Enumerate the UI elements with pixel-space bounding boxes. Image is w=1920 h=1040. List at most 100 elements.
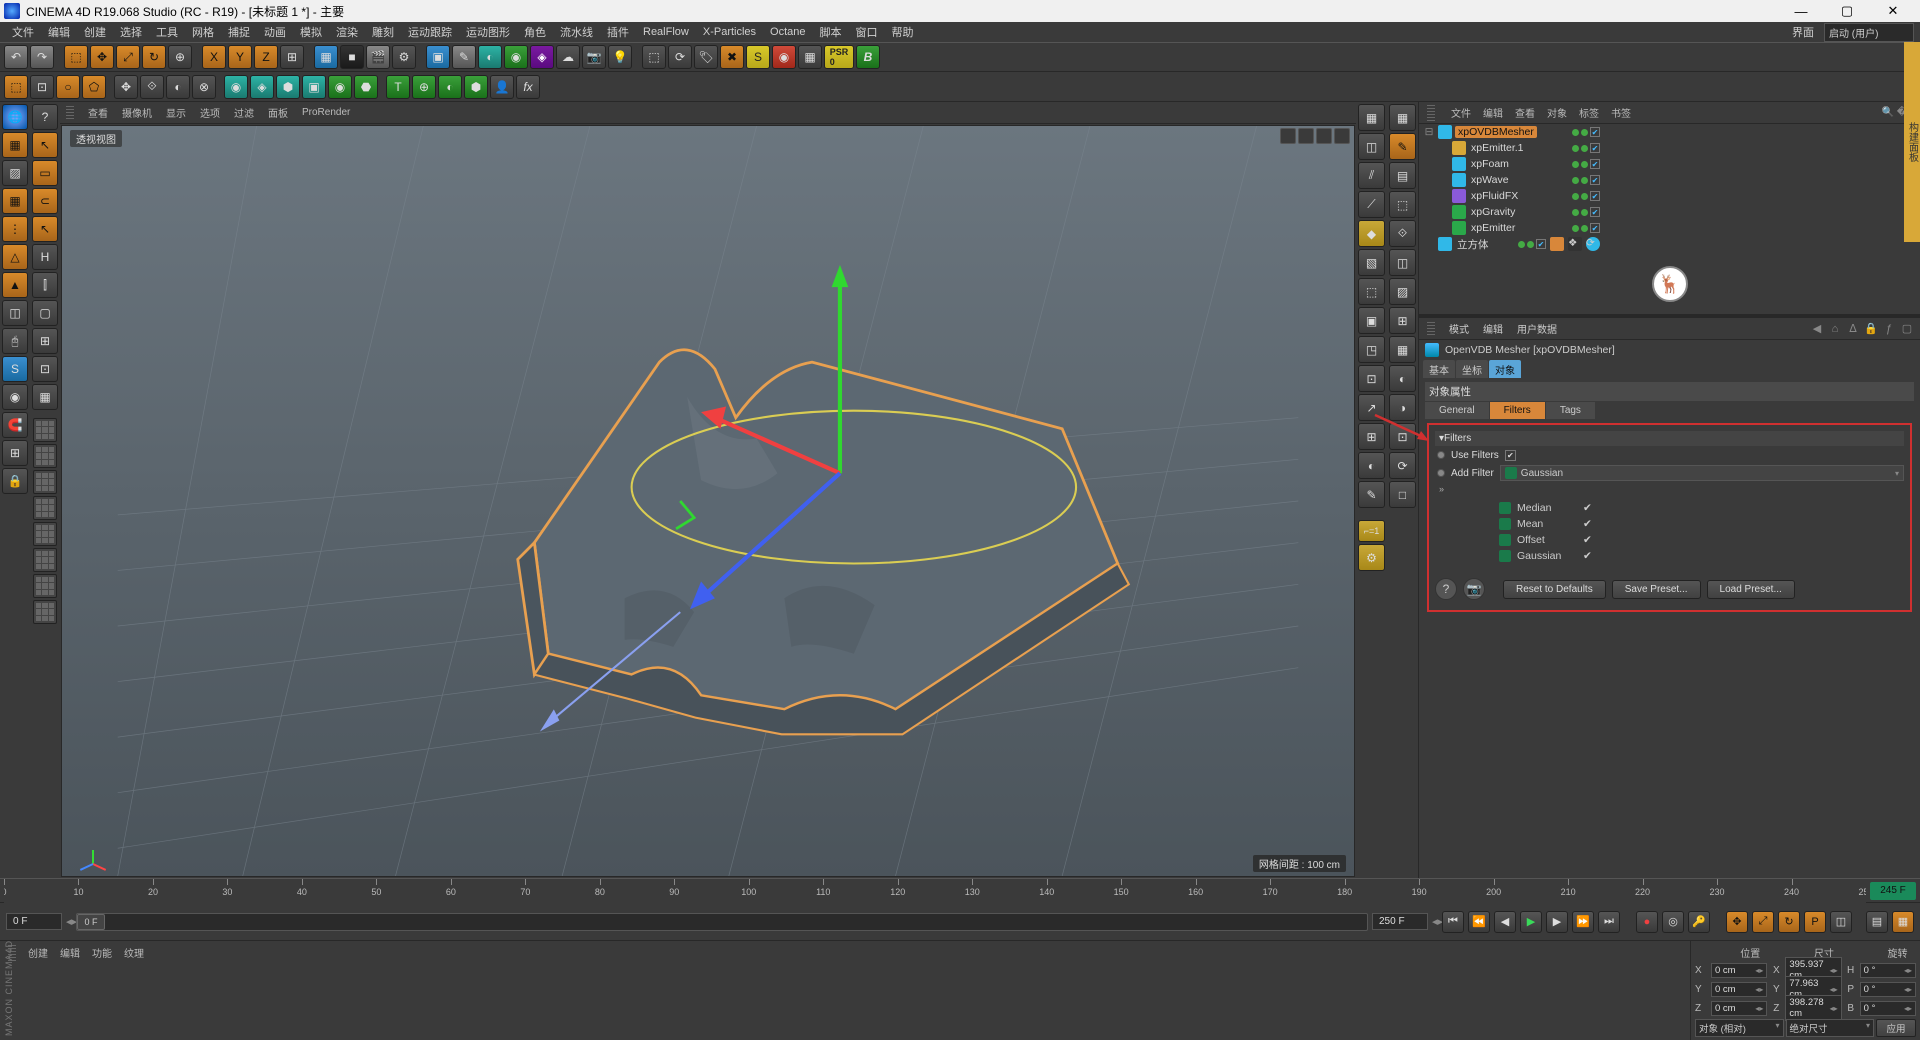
rot-h[interactable]: 0 °◂▸ (1860, 963, 1916, 978)
subtab-basic[interactable]: 基本 (1423, 360, 1455, 378)
misc-tool[interactable]: ▦ (798, 45, 822, 69)
size-mode-select[interactable]: 绝对尺寸▾ (1786, 1019, 1875, 1037)
gen3[interactable]: ⊕ (412, 75, 436, 99)
menu-item[interactable]: 帮助 (886, 22, 920, 42)
gen1[interactable]: ◉ (328, 75, 352, 99)
rtool-4[interactable]: ⟋ (1358, 191, 1385, 218)
snap-toggle[interactable]: ◉ (2, 384, 28, 410)
tree-row[interactable]: xpEmitter.1 ✔ (1419, 140, 1920, 156)
tree-row[interactable]: xpWave ✔ (1419, 172, 1920, 188)
tree-row[interactable]: xpEmitter ✔ (1419, 220, 1920, 236)
rtool-b14[interactable]: □ (1389, 481, 1416, 508)
s-tool[interactable]: S (746, 45, 770, 69)
edge-mode[interactable]: △ (2, 244, 28, 270)
char-tool[interactable]: 👤 (490, 75, 514, 99)
rtool-b1[interactable]: ▦ (1389, 104, 1416, 131)
rot-b[interactable]: 0 °◂▸ (1860, 1001, 1916, 1016)
rtool-8[interactable]: ▣ (1358, 307, 1385, 334)
layout-select[interactable]: 启动 (用户) (1824, 23, 1914, 42)
key-p[interactable]: ✥ (1726, 911, 1748, 933)
menu-item[interactable]: 角色 (518, 22, 552, 42)
dopesheet[interactable]: ▤ (1866, 911, 1888, 933)
axis-mode[interactable]: ◫ (2, 300, 28, 326)
rtool-2[interactable]: ◫ (1358, 133, 1385, 160)
vp-menu-item[interactable]: ProRender (302, 107, 350, 118)
y-axis-lock[interactable]: Y (228, 45, 252, 69)
nurbs2[interactable]: ◈ (250, 75, 274, 99)
tree-row[interactable]: xpGravity ✔ (1419, 204, 1920, 220)
move-tool[interactable]: ✥ (90, 45, 114, 69)
fcurve[interactable]: ▦ (1892, 911, 1914, 933)
generator-tool[interactable]: ◉ (504, 45, 528, 69)
om-menu[interactable]: 查看 (1515, 105, 1535, 120)
menu-item[interactable]: 窗口 (850, 22, 884, 42)
key-pla[interactable]: ◫ (1830, 911, 1852, 933)
lock-icon[interactable]: 🔒 (1864, 322, 1878, 336)
light-tool[interactable]: 💡 (608, 45, 632, 69)
live-select[interactable]: ⬚ (4, 75, 28, 99)
rtool-13[interactable]: ◐ (1358, 452, 1385, 479)
attr-menu-item[interactable]: 模式 (1449, 321, 1469, 336)
menu-item[interactable]: 脚本 (814, 22, 848, 42)
filter-item[interactable]: Gaussian✔ (1499, 548, 1904, 564)
point-mode[interactable]: ⋮ (2, 216, 28, 242)
mm-tab[interactable]: 创建 (28, 945, 48, 961)
nurbs4[interactable]: ▣ (302, 75, 326, 99)
vp-nav-4[interactable] (1334, 128, 1350, 144)
prev-frame[interactable]: ◀ (1494, 911, 1516, 933)
cursor-tool[interactable]: ↖ (32, 132, 58, 158)
mm-tab[interactable]: 功能 (92, 945, 112, 961)
menu-item[interactable]: 流水线 (554, 22, 599, 42)
autokey-button[interactable]: ◎ (1662, 911, 1684, 933)
undo-button[interactable]: ↶ (4, 45, 28, 69)
lasso-select[interactable]: ○ (56, 75, 80, 99)
rtool-10[interactable]: ⊡ (1358, 365, 1385, 392)
coord-mode-select[interactable]: 对象 (相对)▾ (1695, 1019, 1784, 1037)
cube-primitive[interactable]: ▣ (426, 45, 450, 69)
time-knob[interactable]: 0 F (77, 914, 105, 930)
rtool-15[interactable]: ⌐=1 (1358, 520, 1385, 542)
menu-item[interactable]: RealFlow (637, 24, 695, 40)
next-key[interactable]: ⏩ (1572, 911, 1594, 933)
texture-mode[interactable]: ▦ (2, 188, 28, 214)
pos-z[interactable]: 0 cm◂▸ (1711, 1001, 1767, 1016)
rtool-b6[interactable]: ◫ (1389, 249, 1416, 276)
filter-item[interactable]: Median✔ (1499, 500, 1904, 516)
tree-row[interactable]: xpFoam ✔ (1419, 156, 1920, 172)
next-frame[interactable]: ▶ (1546, 911, 1568, 933)
key-r[interactable]: ↻ (1778, 911, 1800, 933)
menu-item[interactable]: 创建 (78, 22, 112, 42)
move-icon[interactable]: ✥ (114, 75, 138, 99)
rtool-b5[interactable]: ⟐ (1389, 220, 1416, 247)
key-s[interactable]: ⤢ (1752, 911, 1774, 933)
render-settings[interactable]: ⚙ (392, 45, 416, 69)
tool3[interactable]: ◐ (166, 75, 190, 99)
rtool-9[interactable]: ◳ (1358, 336, 1385, 363)
rtool-b13[interactable]: ⟳ (1389, 452, 1416, 479)
s-mode[interactable]: S (2, 356, 28, 382)
fx-tool[interactable]: fx (516, 75, 540, 99)
menu-item[interactable]: 模拟 (294, 22, 328, 42)
menu-item[interactable]: 捕捉 (222, 22, 256, 42)
menu-item[interactable]: 动画 (258, 22, 292, 42)
viewport-solo[interactable]: 🖰 (2, 328, 28, 354)
rtool-b9[interactable]: ▦ (1389, 336, 1416, 363)
psr-tool[interactable]: PSR0 (824, 45, 854, 69)
tool2[interactable]: ⟐ (140, 75, 164, 99)
grid-4[interactable] (33, 496, 57, 520)
tool-i[interactable]: ▦ (32, 384, 58, 410)
attr-menu-item[interactable]: 用户数据 (1517, 321, 1557, 336)
menu-item[interactable]: 运动跟踪 (402, 22, 458, 42)
menu-item[interactable]: 选择 (114, 22, 148, 42)
menu-item[interactable]: 渲染 (330, 22, 364, 42)
gen5[interactable]: ⬢ (464, 75, 488, 99)
text-tool[interactable]: T (386, 75, 410, 99)
gen2[interactable]: ⬣ (354, 75, 378, 99)
grid-7[interactable] (33, 574, 57, 598)
goto-start[interactable]: ⏮ (1442, 911, 1464, 933)
grid-5[interactable] (33, 522, 57, 546)
camera-round-icon[interactable]: 📷 (1463, 578, 1485, 600)
filters-group-header[interactable]: ▾Filters (1435, 431, 1904, 446)
b-tool[interactable]: B (856, 45, 880, 69)
vp-nav-2[interactable] (1298, 128, 1314, 144)
